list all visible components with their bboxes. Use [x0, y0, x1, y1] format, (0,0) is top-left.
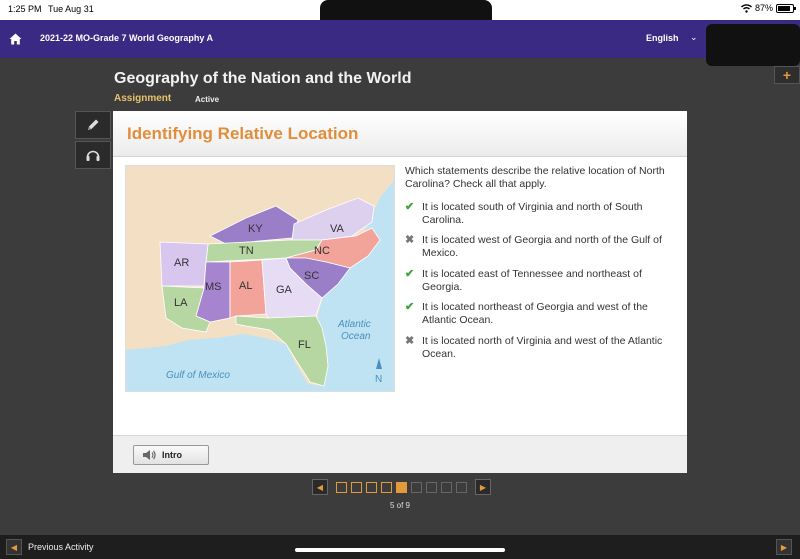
pager-box[interactable] [441, 481, 452, 493]
home-button[interactable] [0, 20, 30, 58]
home-indicator [295, 548, 505, 552]
add-button[interactable]: + [774, 66, 800, 84]
option-text: It is located west of Georgia and north … [422, 234, 662, 259]
status-badge: Active [195, 95, 220, 104]
answer-option[interactable]: ✖ It is located north of Virginia and we… [405, 335, 675, 361]
check-icon: ✔ [405, 268, 415, 280]
cross-icon: ✖ [405, 335, 415, 347]
label-nc: NC [314, 245, 330, 257]
answer-option[interactable]: ✖ It is located west of Georgia and nort… [405, 234, 675, 260]
redaction-block [706, 24, 800, 66]
compass-label: N [375, 374, 382, 385]
pager-prev-button[interactable]: ◀ [312, 479, 328, 495]
pager-box[interactable] [456, 481, 467, 493]
chevron-right-icon: ▶ [780, 542, 788, 552]
label-gulf: Gulf of Mexico [166, 370, 230, 381]
label-fl: FL [298, 339, 311, 351]
card-footer: Intro [113, 435, 687, 473]
pager-next-button[interactable]: ▶ [475, 479, 491, 495]
pager-boxes [336, 481, 471, 493]
option-text: It is located east of Tennessee and nort… [422, 268, 642, 293]
audio-tool-button[interactable] [75, 141, 111, 169]
label-al: AL [239, 280, 252, 292]
plus-icon: + [782, 67, 792, 83]
label-atlantic: Atlantic [337, 319, 371, 330]
label-tn: TN [239, 245, 254, 257]
tab-assignment[interactable]: Assignment [114, 93, 171, 104]
label-ky: KY [248, 223, 263, 235]
chevron-right-icon: ▶ [479, 482, 487, 492]
answer-option[interactable]: ✔ It is located northeast of Georgia and… [405, 301, 675, 327]
top-bar: 2021-22 MO-Grade 7 World Geography A Eng… [0, 20, 800, 58]
chevron-down-icon[interactable]: ⌄ [690, 32, 698, 43]
language-selector[interactable]: English [646, 33, 679, 43]
card-header: Identifying Relative Location [113, 111, 687, 157]
home-icon [9, 33, 21, 45]
label-va: VA [330, 223, 345, 235]
previous-activity-label[interactable]: Previous Activity [28, 542, 94, 552]
activity-card: Identifying Relative Location KY VA TN N… [113, 111, 687, 473]
intro-button[interactable]: Intro [133, 445, 209, 465]
label-ocean: Ocean [341, 331, 371, 342]
status-time: 1:25 PM [8, 4, 42, 14]
pencil-icon [88, 119, 99, 130]
chevron-left-icon: ◀ [316, 482, 324, 492]
southeast-map: KY VA TN NC AR SC MS AL GA LA FL Atlanti… [125, 165, 395, 392]
pager-box[interactable] [351, 481, 362, 493]
battery-icon [776, 3, 796, 13]
page-count: 5 of 9 [389, 501, 410, 510]
pager-box[interactable] [396, 481, 407, 493]
option-text: It is located northeast of Georgia and w… [422, 301, 648, 326]
status-date: Tue Aug 31 [48, 4, 94, 14]
check-icon: ✔ [405, 201, 415, 213]
bottom-bar: ◀ Previous Activity ▶ [0, 535, 800, 559]
pager-box[interactable] [366, 481, 377, 493]
option-text: It is located south of Virginia and nort… [422, 201, 643, 226]
pencil-tool-button[interactable] [75, 111, 111, 139]
intro-label: Intro [162, 450, 182, 460]
answer-option[interactable]: ✔ It is located south of Virginia and no… [405, 201, 675, 227]
status-right: 87% [740, 3, 796, 13]
chevron-left-icon: ◀ [10, 542, 18, 552]
pager-box[interactable] [381, 481, 392, 493]
course-title: 2021-22 MO-Grade 7 World Geography A [40, 33, 214, 43]
map-image: KY VA TN NC AR SC MS AL GA LA FL Atlanti… [126, 166, 394, 391]
cross-icon: ✖ [405, 234, 415, 246]
pager: ◀ ▶ [312, 478, 491, 496]
question-text: Which statements describe the relative l… [405, 165, 665, 190]
next-activity-button[interactable]: ▶ [776, 539, 792, 555]
label-la: LA [174, 297, 188, 309]
previous-activity-button[interactable]: ◀ [6, 539, 22, 555]
label-ms: MS [205, 281, 222, 293]
headphones-icon [86, 150, 100, 161]
pager-box[interactable] [336, 481, 347, 493]
answer-option[interactable]: ✔ It is located east of Tennessee and no… [405, 268, 675, 294]
check-icon: ✔ [405, 301, 415, 313]
page-title: Geography of the Nation and the World [114, 70, 412, 87]
label-ar: AR [174, 257, 189, 269]
pager-box[interactable] [411, 481, 422, 493]
speaker-icon [143, 450, 156, 460]
battery-percent: 87% [754, 3, 773, 13]
label-sc: SC [304, 270, 319, 282]
option-text: It is located north of Virginia and west… [422, 335, 663, 360]
wifi-icon [740, 3, 752, 13]
label-ga: GA [276, 284, 293, 296]
pager-box[interactable] [426, 481, 437, 493]
card-title: Identifying Relative Location [127, 124, 359, 143]
